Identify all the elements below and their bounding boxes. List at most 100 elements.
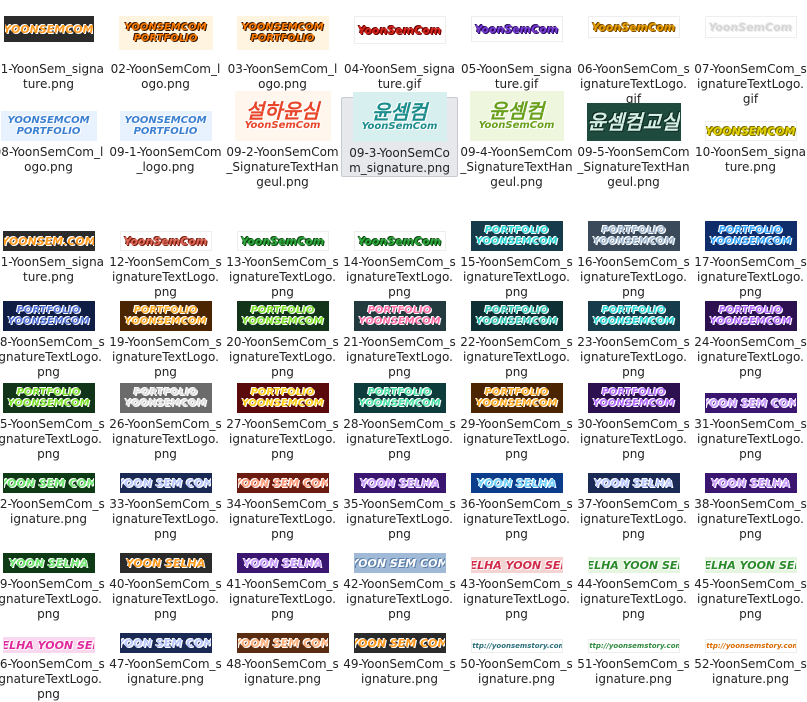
file-name: 09-5-YoonSemCom_SignatureTextHangeul.png bbox=[577, 145, 690, 189]
image-thumbnail: YOON SELHA bbox=[704, 473, 797, 493]
thumbnail-frame: YoonSemCom bbox=[458, 14, 575, 62]
file-item[interactable]: YOONSEMCOM PORTFOLIO 02-YoonSemCom_logo.pn… bbox=[107, 14, 224, 92]
image-thumbnail: PORTFOLIO YOONSEMCOM bbox=[236, 301, 329, 331]
file-name: 11-YoonSem_signature.png bbox=[0, 255, 105, 284]
image-thumbnail: YoonSemCom bbox=[236, 231, 329, 251]
file-item[interactable]: PORTFOLIO YOONSEMCOM 20-YoonSemCom_signatu… bbox=[224, 287, 341, 380]
file-name: 32-YoonSemCom_signature.png bbox=[0, 497, 105, 526]
file-item[interactable]: 윤셈컴교실 09-5-YoonSemCom_SignatureTextHangeu… bbox=[575, 97, 692, 190]
thumbnail-frame: SELHA YOON SEM bbox=[692, 529, 807, 577]
file-item[interactable]: 설하윤심 YoonSemCom 09-2-YoonSemCom_SignatureT… bbox=[224, 91, 341, 190]
image-thumbnail: YOON SEM COM bbox=[704, 393, 797, 413]
thumbnail-frame: YOON SELHA bbox=[458, 449, 575, 497]
file-item[interactable]: YOONSEMCOM 01-YoonSem_signature.png bbox=[0, 14, 107, 92]
file-name: 09-1-YoonSemCom_logo.png bbox=[109, 145, 222, 174]
image-thumbnail: YOON SEM COM bbox=[353, 633, 446, 653]
thumbnail-frame: PORTFOLIO YOONSEMCOM bbox=[575, 207, 692, 255]
image-thumbnail: YOONSEMCOM PORTFOLIO bbox=[119, 111, 212, 141]
thumbnail-frame: YoonSemCom bbox=[692, 14, 807, 62]
image-thumbnail: http://yoonsemstory.com bbox=[704, 639, 797, 653]
thumbnail-frame: YOONSEMCOM bbox=[692, 97, 807, 145]
file-item[interactable]: http://yoonsemstory.com 50-YoonSemCom_sig… bbox=[458, 609, 575, 687]
image-thumbnail: YOONSEMCOM PORTFOLIO bbox=[0, 111, 97, 141]
thumbnail-frame: YOON SELHA bbox=[692, 449, 807, 497]
image-thumbnail: YOONSEMCOM bbox=[704, 121, 797, 141]
thumbnail-frame: PORTFOLIO YOONSEMCOM bbox=[0, 287, 107, 335]
file-item[interactable]: YoonSemCom 06-YoonSemCom_signatureTextLog… bbox=[575, 14, 692, 107]
file-name: 04-YoonSem_signature.gif bbox=[343, 62, 456, 91]
thumbnail-frame: YoonSemCom bbox=[575, 14, 692, 62]
thumbnail-frame: 윤셈컴 YoonSemCom bbox=[458, 91, 575, 145]
thumbnail-frame: PORTFOLIO YOONSEMCOM bbox=[692, 207, 807, 255]
thumbnail-frame: YoonSemCom bbox=[341, 207, 458, 255]
image-thumbnail: PORTFOLIO YOONSEMCOM bbox=[119, 301, 212, 331]
file-item[interactable]: YOONSEM.COM 11-YoonSem_signature.png bbox=[0, 207, 107, 285]
file-item[interactable]: YOONSEMCOM PORTFOLIO 09-1-YoonSemCom_logo.… bbox=[107, 97, 224, 175]
image-thumbnail: PORTFOLIO YOONSEMCOM bbox=[587, 301, 680, 331]
file-item[interactable]: SELHA YOON SEM 46-YoonSemCom_signatureTex… bbox=[0, 609, 107, 702]
file-item[interactable]: PORTFOLIO YOONSEMCOM 21-YoonSemCom_signatu… bbox=[341, 287, 458, 380]
file-item[interactable]: http://yoonsemstory.com 52-YoonSemCom_sig… bbox=[692, 609, 807, 687]
file-item[interactable]: YoonSemCom 05-YoonSem_signature.gif bbox=[458, 14, 575, 92]
thumbnail-frame: 윤셈컴교실 bbox=[575, 97, 692, 145]
file-item[interactable]: YOON SEM COM 48-YoonSemCom_signature.png bbox=[224, 609, 341, 687]
file-item[interactable]: YOON SEM COM 47-YoonSemCom_signature.png bbox=[107, 609, 224, 687]
image-thumbnail: SELHA YOON SEM bbox=[2, 637, 95, 653]
image-thumbnail: PORTFOLIO YOONSEMCOM bbox=[353, 301, 446, 331]
image-thumbnail: YOON SEM COM bbox=[236, 473, 329, 493]
image-thumbnail: PORTFOLIO YOONSEMCOM bbox=[119, 383, 212, 413]
thumbnail-frame: YOON SELHA bbox=[107, 529, 224, 577]
image-thumbnail: SELHA YOON SEM bbox=[704, 557, 797, 573]
image-thumbnail: YOONSEMCOM PORTFOLIO bbox=[236, 16, 329, 50]
thumbnail-frame: YOON SEM COM bbox=[224, 609, 341, 657]
thumbnail-frame: YOONSEMCOM PORTFOLIO bbox=[0, 97, 107, 145]
file-item[interactable]: http://yoonsemstory.com 51-YoonSemCom_sig… bbox=[575, 609, 692, 687]
file-item[interactable]: PORTFOLIO YOONSEMCOM 22-YoonSemCom_signatu… bbox=[458, 287, 575, 380]
thumbnail-frame: PORTFOLIO YOONSEMCOM bbox=[107, 287, 224, 335]
thumbnail-frame: YOON SEM COM bbox=[224, 449, 341, 497]
file-name: 52-YoonSemCom_signature.png bbox=[694, 657, 807, 686]
image-thumbnail: PORTFOLIO YOONSEMCOM bbox=[236, 383, 329, 413]
image-thumbnail: PORTFOLIO YOONSEMCOM bbox=[587, 221, 680, 251]
file-name: 51-YoonSemCom_signature.png bbox=[577, 657, 690, 686]
image-thumbnail: 윤셈컴교실 bbox=[586, 103, 681, 141]
thumbnail-frame: PORTFOLIO YOONSEMCOM bbox=[575, 369, 692, 417]
image-thumbnail: YOON SEM COM bbox=[353, 553, 446, 573]
thumbnail-frame: http://yoonsemstory.com bbox=[692, 609, 807, 657]
file-name: 05-YoonSem_signature.gif bbox=[460, 62, 573, 91]
file-item[interactable]: 윤셈컴 YoonSemCom 09-3-YoonSemCom_signature.p… bbox=[341, 92, 458, 177]
file-name: 48-YoonSemCom_signature.png bbox=[226, 657, 339, 686]
file-item[interactable]: YOON SEM COM 32-YoonSemCom_signature.png bbox=[0, 449, 107, 527]
thumbnail-frame: SELHA YOON SEM bbox=[0, 609, 107, 657]
file-item[interactable]: YoonSemCom 07-YoonSemCom_signatureTextLog… bbox=[692, 14, 807, 107]
thumbnail-frame: PORTFOLIO YOONSEMCOM bbox=[341, 369, 458, 417]
thumbnail-frame: SELHA YOON SEM bbox=[575, 529, 692, 577]
image-thumbnail: YOON SELHA bbox=[470, 473, 563, 493]
thumbnail-frame: YOON SEM COM bbox=[341, 529, 458, 577]
image-thumbnail: YOON SELHA bbox=[236, 553, 329, 573]
file-item[interactable]: YOONSEMCOM PORTFOLIO 03-YoonSemCom_logo.pn… bbox=[224, 14, 341, 92]
file-item[interactable]: YOONSEMCOM PORTFOLIO 08-YoonSemCom_logo.pn… bbox=[0, 97, 107, 175]
file-item[interactable]: YOONSEMCOM 10-YoonSem_signature.png bbox=[692, 97, 807, 175]
file-name: 47-YoonSemCom_signature.png bbox=[109, 657, 222, 686]
thumbnail-frame: YoonSemCom bbox=[107, 207, 224, 255]
image-thumbnail: PORTFOLIO YOONSEMCOM bbox=[470, 221, 563, 251]
file-item[interactable]: PORTFOLIO YOONSEMCOM 19-YoonSemCom_signatu… bbox=[107, 287, 224, 380]
file-item[interactable]: 윤셈컴 YoonSemCom 09-4-YoonSemCom_SignatureTe… bbox=[458, 91, 575, 190]
file-item[interactable]: PORTFOLIO YOONSEMCOM 24-YoonSemCom_signatu… bbox=[692, 287, 807, 380]
file-name: 46-YoonSemCom_signatureTextLogo.png bbox=[0, 657, 105, 701]
file-name: 09-4-YoonSemCom_SignatureTextHangeul.png bbox=[460, 145, 573, 189]
thumbnail-frame: YOONSEMCOM bbox=[0, 14, 107, 62]
image-thumbnail: PORTFOLIO YOONSEMCOM bbox=[470, 383, 563, 413]
image-thumbnail: YoonSemCom bbox=[587, 16, 680, 38]
file-item[interactable]: PORTFOLIO YOONSEMCOM 23-YoonSemCom_signatu… bbox=[575, 287, 692, 380]
file-item[interactable]: PORTFOLIO YOONSEMCOM 18-YoonSemCom_signatu… bbox=[0, 287, 107, 380]
thumbnail-frame: http://yoonsemstory.com bbox=[575, 609, 692, 657]
image-thumbnail: http://yoonsemstory.com bbox=[470, 639, 563, 653]
thumbnail-frame: PORTFOLIO YOONSEMCOM bbox=[107, 369, 224, 417]
thumbnail-frame: YOON SEM COM bbox=[692, 369, 807, 417]
file-item[interactable]: YOON SEM COM 49-YoonSemCom_signature.png bbox=[341, 609, 458, 687]
file-name: 10-YoonSem_signature.png bbox=[694, 145, 807, 174]
file-name: 50-YoonSemCom_signature.png bbox=[460, 657, 573, 686]
file-item[interactable]: YoonSemCom 04-YoonSem_signature.gif bbox=[341, 14, 458, 92]
